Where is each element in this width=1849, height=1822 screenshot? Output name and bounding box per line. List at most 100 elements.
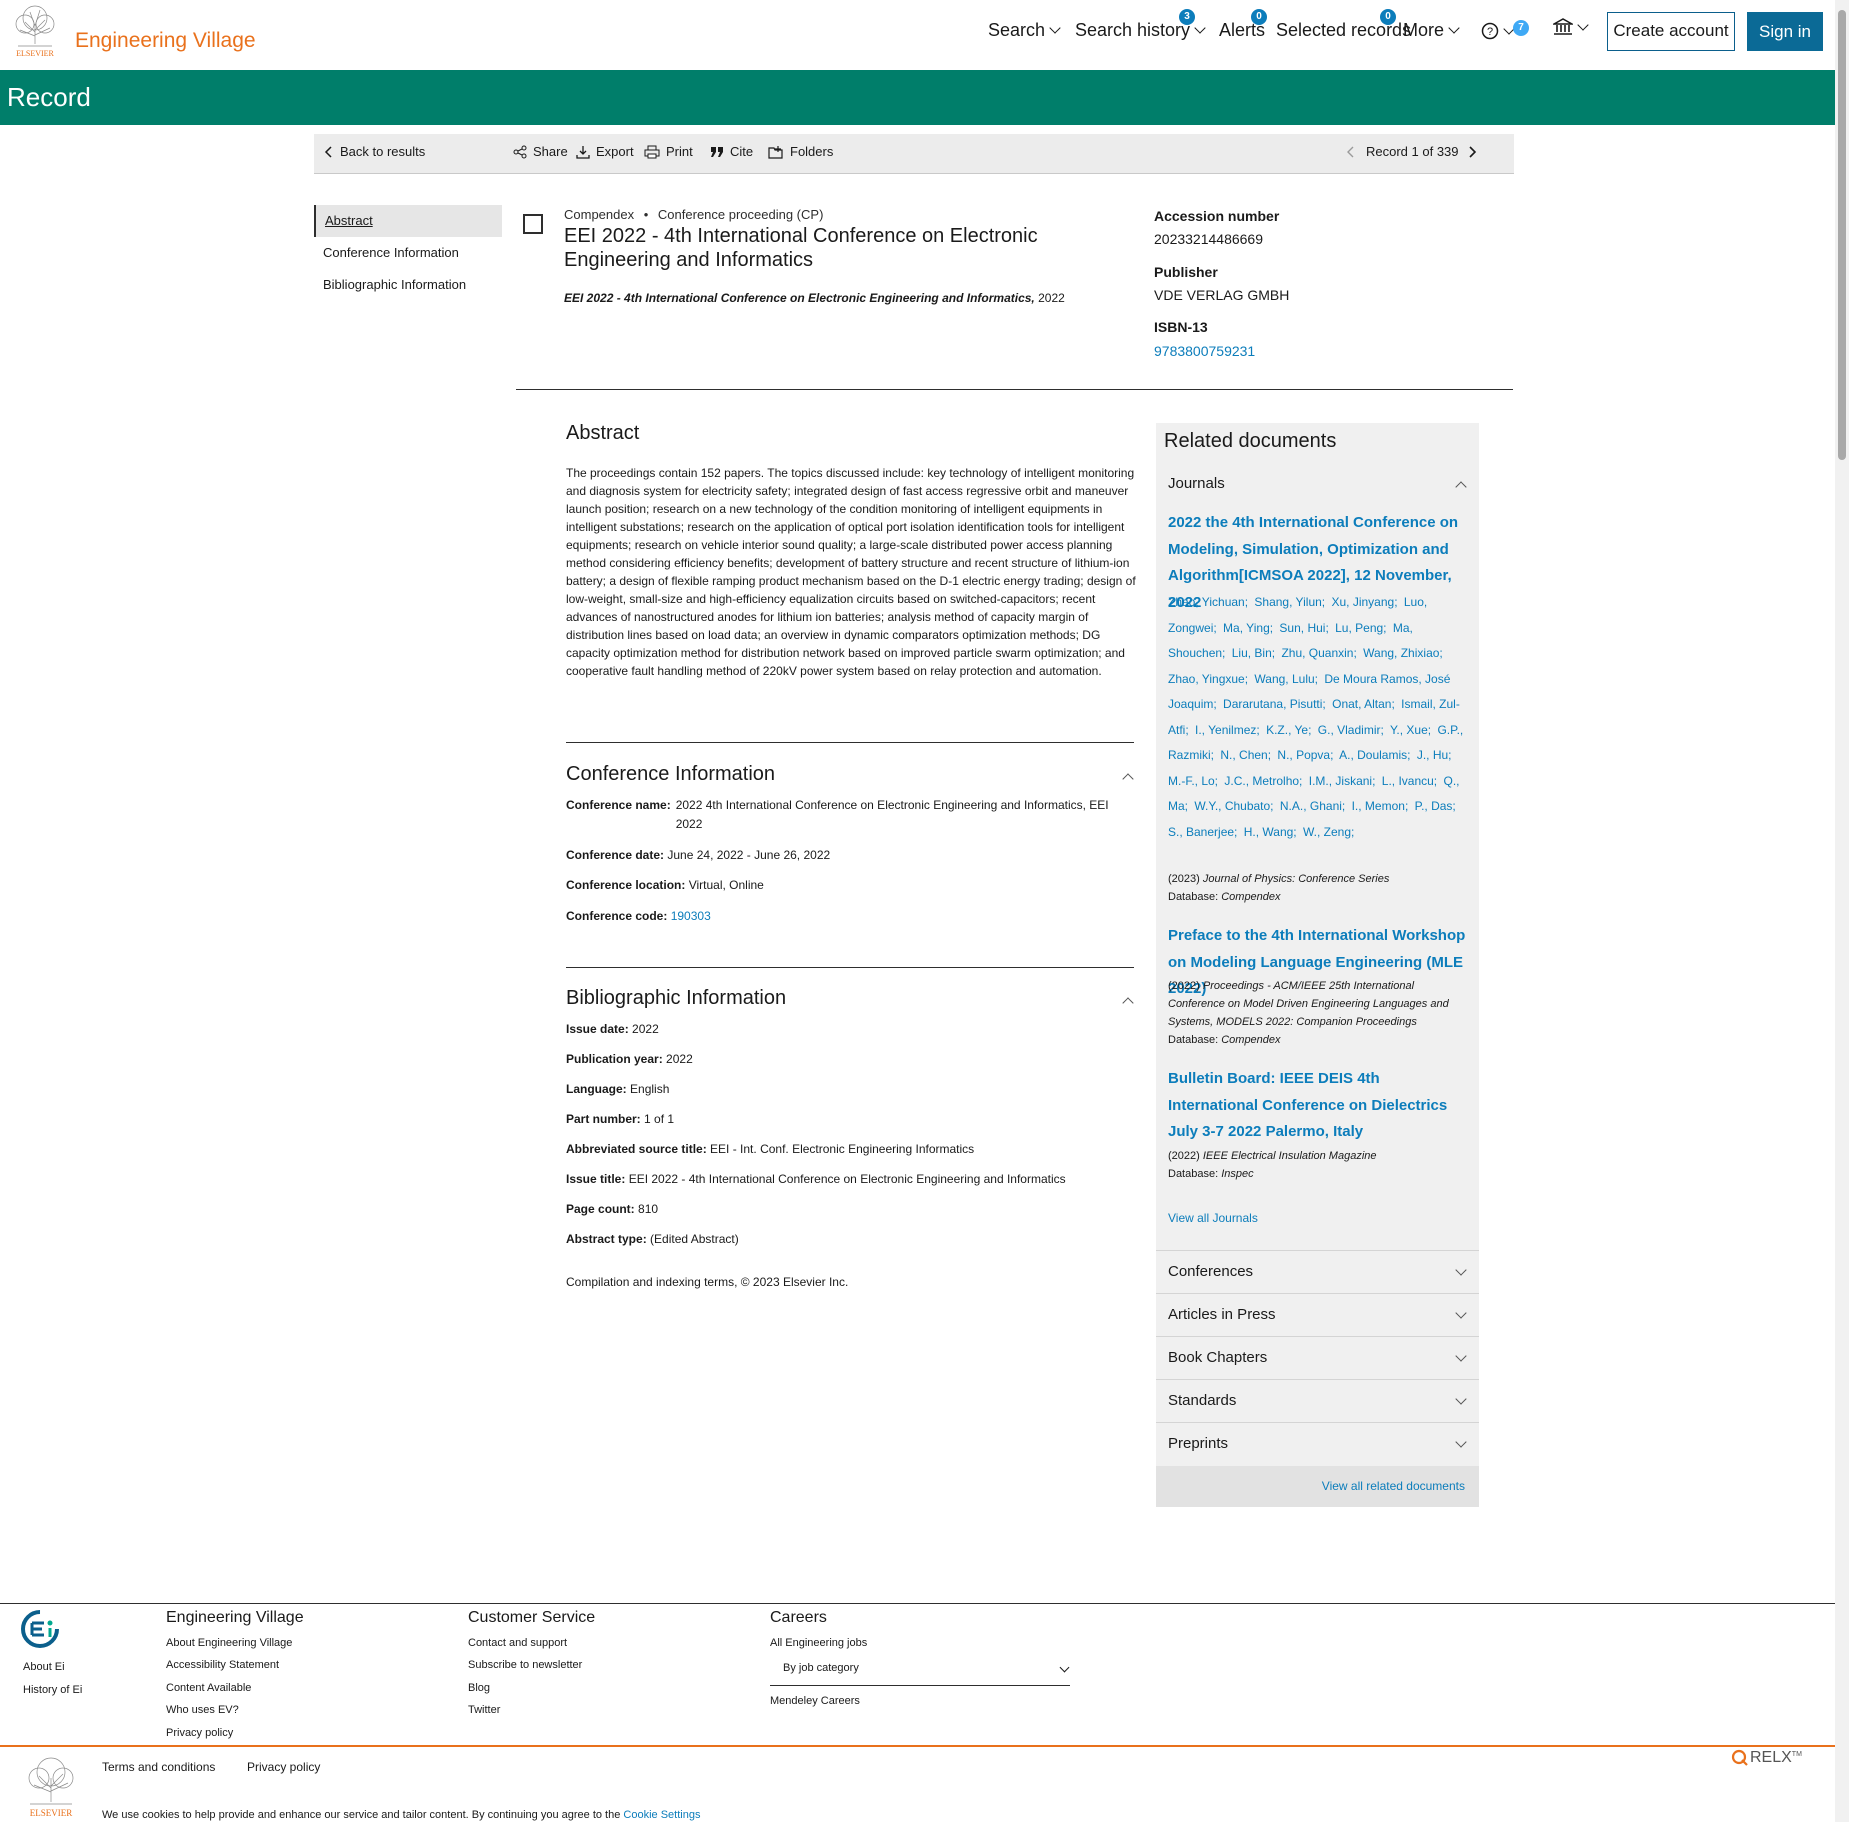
accordion-preprints[interactable]: Preprints: [1156, 1422, 1479, 1465]
relx-logo[interactable]: RELX TM: [1731, 1749, 1802, 1767]
isbn-link[interactable]: 9783800759231: [1154, 343, 1255, 359]
author-link[interactable]: Ma, Ying;: [1223, 621, 1273, 635]
view-all-journals-link[interactable]: View all Journals: [1168, 1211, 1258, 1225]
accordion-standards[interactable]: Standards: [1156, 1379, 1479, 1422]
page-scrollbar[interactable]: [1835, 0, 1849, 1822]
select-record-checkbox[interactable]: [523, 214, 543, 234]
database-name: Compendex: [564, 207, 635, 222]
section-nav-abstract[interactable]: Abstract: [314, 205, 502, 237]
author-link[interactable]: A., Doulamis;: [1339, 748, 1410, 762]
author-link[interactable]: L., Ivancu;: [1382, 774, 1437, 788]
share-button[interactable]: Share: [513, 144, 568, 159]
author-link[interactable]: Wang, Zhixiao;: [1363, 646, 1443, 660]
cookie-settings-link[interactable]: Cookie Settings: [623, 1809, 700, 1821]
abstract-body: The proceedings contain 152 papers. The …: [566, 466, 1136, 678]
next-record-icon[interactable]: [1467, 145, 1477, 158]
record-source: EEI 2022 - 4th International Conference …: [564, 291, 1065, 305]
nav-alerts[interactable]: Alerts 0: [1219, 9, 1267, 41]
collapse-journals-icon[interactable]: [1455, 481, 1467, 493]
nav-search[interactable]: Search: [988, 20, 1061, 41]
back-to-results-link[interactable]: Back to results: [324, 144, 425, 159]
author-link[interactable]: Lu, Peng;: [1335, 621, 1386, 635]
conference-date-field: Conference date: June 24, 2022 - June 26…: [566, 846, 1126, 865]
collapse-conference-icon[interactable]: [1122, 773, 1134, 785]
footer-link[interactable]: Who uses EV?: [166, 1704, 239, 1716]
accordion-conferences[interactable]: Conferences: [1156, 1250, 1479, 1293]
author-link[interactable]: H., Wang;: [1244, 825, 1297, 839]
author-link[interactable]: J.C., Metrolho;: [1224, 774, 1302, 788]
scrollbar-thumb[interactable]: [1838, 10, 1846, 460]
author-link[interactable]: Sun, Hui;: [1279, 621, 1328, 635]
footer-link[interactable]: About Engineering Village: [166, 1637, 292, 1649]
sign-in-button[interactable]: Sign in: [1747, 12, 1823, 51]
section-nav-conference[interactable]: Conference Information: [314, 237, 502, 269]
footer-link[interactable]: Blog: [468, 1682, 490, 1694]
footer-link[interactable]: Mendeley Careers: [770, 1695, 860, 1707]
brand-name[interactable]: Engineering Village: [75, 29, 256, 53]
bib-field-label: Abbreviated source title:: [566, 1142, 707, 1156]
bib-field: Issue date: 2022: [566, 1020, 1126, 1039]
author-link[interactable]: Liu, Bin;: [1232, 646, 1275, 660]
folders-button[interactable]: Folders: [768, 144, 833, 159]
author-link[interactable]: Wang, Lulu;: [1254, 672, 1318, 686]
nav-selected-records[interactable]: Selected records 0: [1276, 9, 1411, 41]
elsevier-logo[interactable]: ELSEVIER: [10, 2, 60, 58]
author-link[interactable]: W.Y., Chubato;: [1194, 799, 1273, 813]
export-button[interactable]: Export: [576, 144, 634, 159]
footer-link[interactable]: Subscribe to newsletter: [468, 1659, 582, 1671]
conference-code-link[interactable]: 190303: [671, 909, 711, 923]
author-link[interactable]: S., Banerjee;: [1168, 825, 1237, 839]
history-ei-link[interactable]: History of Ei: [23, 1684, 82, 1696]
prev-record-icon[interactable]: [1346, 146, 1356, 158]
author-link[interactable]: N.A., Ghani;: [1280, 799, 1345, 813]
author-link[interactable]: J., Hu;: [1417, 748, 1452, 762]
author-link[interactable]: P., Das;: [1415, 799, 1456, 813]
footer-link[interactable]: Twitter: [468, 1704, 500, 1716]
about-ei-link[interactable]: About Ei: [23, 1661, 65, 1673]
author-link[interactable]: Zhao, Yichuan;: [1168, 595, 1248, 609]
author-link[interactable]: W., Zeng;: [1303, 825, 1354, 839]
author-link[interactable]: Zhu, Quanxin;: [1281, 646, 1356, 660]
elsevier-logo[interactable]: ELSEVIER: [20, 1752, 82, 1818]
author-link[interactable]: Shang, Yilun;: [1254, 595, 1325, 609]
accordion-book-chapters[interactable]: Book Chapters: [1156, 1336, 1479, 1379]
job-category-select[interactable]: By job category: [770, 1655, 1070, 1686]
author-link[interactable]: Y., Xue;: [1390, 723, 1431, 737]
cite-button[interactable]: Cite: [710, 144, 753, 159]
nav-more[interactable]: More: [1403, 20, 1460, 41]
footer-link[interactable]: Content Available: [166, 1682, 251, 1694]
accordion-articles-in-press[interactable]: Articles in Press: [1156, 1293, 1479, 1336]
divider: [566, 742, 1134, 743]
author-link[interactable]: I.M., Jiskani;: [1309, 774, 1376, 788]
footer-link[interactable]: Contact and support: [468, 1637, 567, 1649]
author-link[interactable]: I., Memon;: [1352, 799, 1409, 813]
nav-institution[interactable]: [1553, 18, 1589, 36]
footer-link[interactable]: All Engineering jobs: [770, 1637, 867, 1649]
ei-logo-icon[interactable]: [20, 1609, 60, 1649]
related-doc-title[interactable]: Bulletin Board: IEEE DEIS 4th Internatio…: [1168, 1066, 1468, 1146]
section-nav-bibliographic[interactable]: Bibliographic Information: [314, 269, 502, 301]
author-link[interactable]: N., Chen;: [1220, 748, 1271, 762]
author-link[interactable]: M.-F., Lo;: [1168, 774, 1218, 788]
author-link[interactable]: Xu, Jinyang;: [1331, 595, 1397, 609]
nav-search-history[interactable]: Search history 3: [1075, 9, 1206, 41]
author-link[interactable]: I., Yenilmez;: [1195, 723, 1260, 737]
collapse-bibliographic-icon[interactable]: [1122, 997, 1134, 1009]
print-button[interactable]: Print: [644, 144, 693, 159]
nav-help[interactable]: ? 7: [1481, 20, 1529, 40]
create-account-button[interactable]: Create account: [1607, 12, 1735, 51]
author-link[interactable]: G., Vladimir;: [1318, 723, 1384, 737]
author-link[interactable]: Onat, Altan;: [1332, 697, 1395, 711]
database-label: Database:: [1168, 1168, 1219, 1180]
author-link[interactable]: Dararutana, Pisutti;: [1223, 697, 1326, 711]
privacy-link[interactable]: Privacy policy: [247, 1760, 320, 1774]
view-all-related-link[interactable]: View all related documents: [1322, 1479, 1465, 1493]
footer-link[interactable]: Privacy policy: [166, 1727, 233, 1739]
source-journal: IEEE Electrical Insulation Magazine: [1202, 1150, 1377, 1162]
terms-link[interactable]: Terms and conditions: [102, 1760, 215, 1774]
author-link[interactable]: N., Popva;: [1277, 748, 1333, 762]
footer-link[interactable]: Accessibility Statement: [166, 1659, 279, 1671]
author-link[interactable]: Zhao, Yingxue;: [1168, 672, 1248, 686]
author-link[interactable]: K.Z., Ye;: [1266, 723, 1311, 737]
journals-section-toggle[interactable]: Journals: [1168, 475, 1225, 492]
